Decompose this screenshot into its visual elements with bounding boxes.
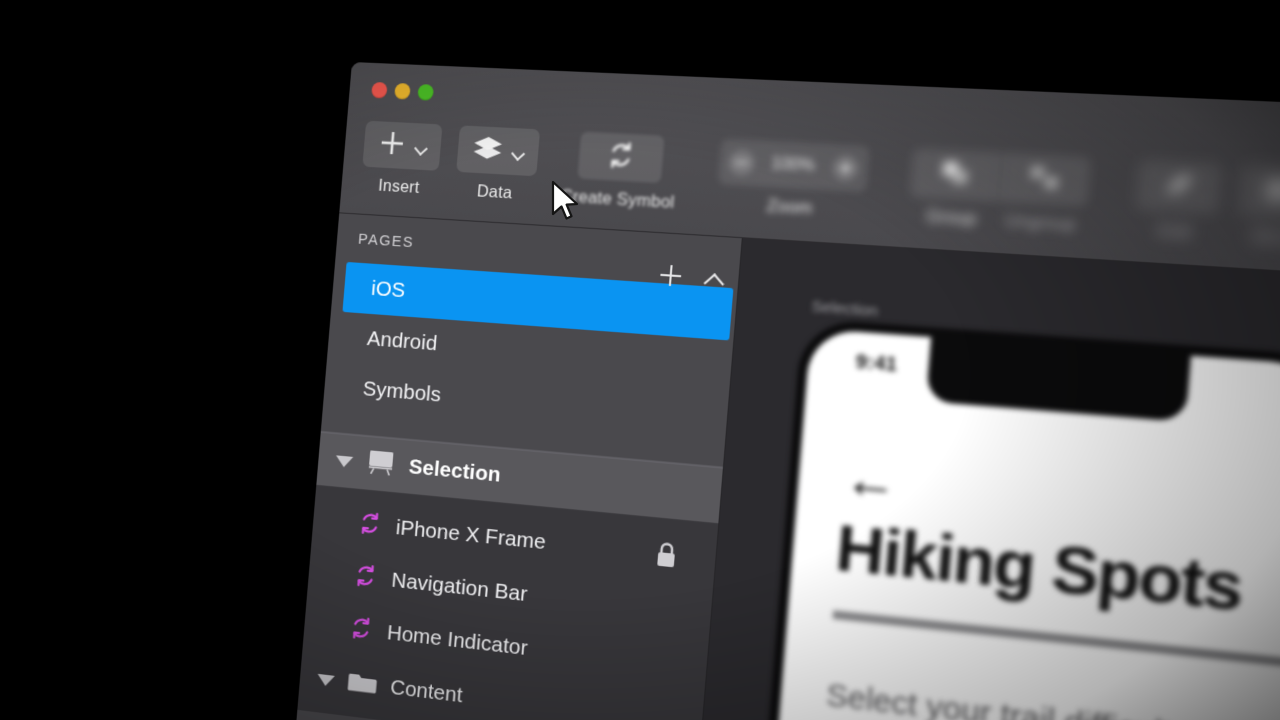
group-button[interactable]	[909, 148, 1001, 202]
create-symbol-label: Create Symbol	[559, 186, 676, 213]
edit-button[interactable]	[1134, 159, 1223, 215]
folder-label: Content	[389, 675, 464, 708]
mirror-button[interactable]	[1237, 164, 1280, 221]
app-body: PAGES iOS Android Symbols Selection iPho…	[282, 213, 1280, 720]
back-arrow-icon[interactable]: ←	[842, 448, 901, 513]
page-label: Android	[366, 326, 439, 356]
toolbar-zoom[interactable]: 100% Zoom	[715, 138, 870, 222]
canvas-artboard-label[interactable]: Selection	[811, 298, 879, 321]
screen: Insert Data Create Symbol 100% Zoom Grou…	[0, 0, 1280, 720]
layer-label: Home Indicator	[386, 620, 529, 661]
disclosure-triangle-icon[interactable]	[316, 673, 335, 687]
toolbar-insert[interactable]: Insert	[360, 120, 443, 199]
chevron-up-icon[interactable]	[703, 272, 724, 285]
pages-header-label: PAGES	[357, 230, 415, 251]
canvas-area[interactable]: Selection 9:41 ← Hiking Spots Select you…	[684, 238, 1280, 720]
edit-icon	[1161, 168, 1196, 206]
plus-icon	[376, 127, 408, 164]
pages-header-controls	[660, 264, 725, 289]
create-symbol-button[interactable]	[577, 131, 665, 184]
symbol-icon	[347, 613, 375, 647]
zoom-control[interactable]: 100%	[717, 138, 870, 193]
add-page-icon[interactable]	[660, 264, 682, 286]
zoom-in-button[interactable]	[831, 154, 860, 182]
toolbar-group-pair[interactable]: Group Ungroup	[907, 148, 1092, 237]
group-label: Group	[925, 207, 978, 229]
notch	[925, 337, 1191, 422]
zoom-value: 100%	[770, 154, 816, 175]
ungroup-button[interactable]	[997, 152, 1092, 208]
page-label: iOS	[370, 276, 407, 303]
toolbar-edit[interactable]: Edit	[1133, 159, 1223, 245]
minimize-button[interactable]	[394, 82, 411, 100]
zoom-out-button[interactable]	[727, 149, 756, 176]
insert-button[interactable]	[362, 120, 443, 171]
iphone-x-artboard: 9:41 ← Hiking Spots Select your trail di…	[741, 318, 1280, 720]
symbol-icon	[352, 561, 380, 595]
page-label: Symbols	[361, 377, 442, 407]
symbol-icon	[356, 509, 384, 543]
group-icon	[937, 156, 973, 193]
ungroup-label: Ungroup	[1004, 212, 1077, 235]
mirror-label: Mirror	[1251, 226, 1280, 250]
screen-body-text: Select your trail difficulty and we can …	[821, 672, 1280, 720]
insert-label: Insert	[377, 176, 421, 197]
sketch-app-window: Insert Data Create Symbol 100% Zoom Grou…	[282, 62, 1280, 720]
group-ungroup-labels: Group Ungroup	[907, 207, 1086, 237]
edit-label: Edit	[1157, 220, 1193, 243]
data-label: Data	[476, 182, 513, 203]
screen-title: Hiking Spots	[833, 511, 1245, 626]
layers-list: iPhone X Frame Navigation Bar Home Indic…	[297, 485, 719, 720]
artboard-icon	[365, 448, 397, 482]
data-button[interactable]	[456, 125, 541, 177]
disclosure-triangle-icon[interactable]	[335, 454, 354, 468]
ungroup-icon	[1026, 161, 1063, 198]
chevron-down-icon[interactable]	[415, 143, 427, 151]
maximize-button[interactable]	[417, 83, 435, 101]
zoom-label: Zoom	[766, 196, 814, 219]
folder-icon	[347, 668, 378, 701]
chevron-down-icon[interactable]	[512, 148, 525, 156]
group-ungroup-segment[interactable]	[909, 148, 1092, 208]
mirror-icon	[1264, 173, 1280, 211]
toolbar-create-symbol[interactable]: Create Symbol	[560, 131, 680, 213]
symbol-icon	[604, 138, 638, 176]
layer-label: iPhone X Frame	[394, 515, 547, 555]
close-button[interactable]	[371, 81, 388, 99]
window-traffic-lights	[371, 81, 435, 101]
toolbar-data[interactable]: Data	[454, 125, 541, 204]
layers-sidebar: PAGES iOS Android Symbols Selection iPho…	[282, 213, 743, 720]
lock-icon[interactable]	[653, 540, 678, 575]
layer-label: Navigation Bar	[390, 568, 529, 607]
status-bar-time: 9:41	[854, 350, 898, 377]
layers-icon	[471, 134, 505, 167]
toolbar-mirror[interactable]: Mirror	[1235, 164, 1280, 252]
artboard-label: Selection	[407, 454, 502, 487]
